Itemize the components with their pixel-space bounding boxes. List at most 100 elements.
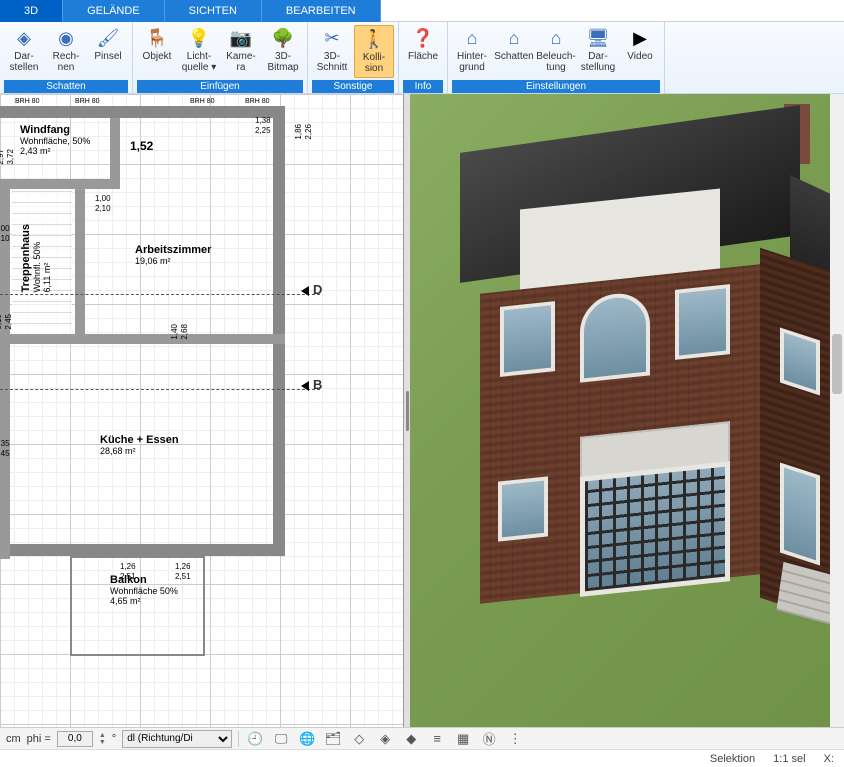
phi-label: phi = — [27, 733, 51, 745]
room-label-treppenhaus: Treppenhaus Wohnfl. 50% 6,11 m² — [20, 224, 52, 292]
lichtquelle-button[interactable]: 💡Licht- quelle ▾ — [179, 25, 219, 78]
dimension: 0,10 — [0, 314, 3, 330]
stepper-up[interactable]: ▲ — [99, 732, 106, 739]
dimension: 2,51 — [120, 572, 136, 581]
status-selektion: Selektion — [710, 753, 755, 765]
ribbon-group-title: Sonstige — [312, 80, 394, 93]
tree-icon: 🌳 — [272, 27, 294, 49]
dl-dropdown[interactable]: dl (Richtung/Di — [122, 730, 232, 748]
dimension: 2,10 — [0, 234, 10, 243]
globe-icon[interactable]: 🌐 — [297, 729, 317, 749]
bulb-icon: 💡 — [188, 27, 210, 49]
north-icon[interactable]: Ⓝ — [479, 729, 499, 749]
room-label-windfang: Windfang Wohnfläche, 50% 2,43 m² — [20, 124, 90, 156]
house-icon: ⌂ — [503, 27, 525, 49]
layers-icon[interactable]: 🗂 — [323, 729, 343, 749]
pinsel-button[interactable]: 🖌Pinsel — [88, 25, 128, 78]
objekt-button[interactable]: 🪑Objekt — [137, 25, 177, 78]
brh-label: BRH 80 — [190, 98, 215, 105]
workspace: BRH 80 BRH 80 BRH 80 BRH 80 BRH 80 BRH 1… — [0, 94, 844, 727]
dimension: 2,25 — [255, 126, 271, 135]
dimension: 1,35 — [0, 439, 10, 448]
dimension: 1,38 — [255, 116, 271, 125]
house-icon: ⌂ — [461, 27, 483, 49]
chair-icon: 🪑 — [146, 27, 168, 49]
cube-solid-icon: ◉ — [55, 27, 77, 49]
ribbon-group-info: ❓Fläche Info — [399, 22, 448, 93]
ribbon-group-einstellungen: ⌂Hinter- grund ⌂Schatten ⌂Beleuch- tung … — [448, 22, 665, 93]
status-bar: Selektion 1:1 sel X: — [0, 749, 844, 767]
scrollbar-vertical[interactable] — [830, 94, 844, 727]
status-scale: 1:1 sel — [773, 753, 805, 765]
dimension: 1,52 — [130, 139, 153, 153]
brh-label: BRH 80 — [15, 98, 40, 105]
kollision-button[interactable]: 🚶Kolli- sion — [354, 25, 394, 78]
clock-icon[interactable]: 🕘 — [245, 729, 265, 749]
camera-icon: 📷 — [230, 27, 252, 49]
brush-icon: 🖌 — [97, 27, 119, 49]
scissors-icon: ✂ — [321, 27, 343, 49]
section-marker-b: B — [300, 377, 322, 392]
dimension: 1,26 — [175, 562, 191, 571]
deg-label: ° — [112, 733, 116, 745]
plan-view-pane[interactable]: BRH 80 BRH 80 BRH 80 BRH 80 BRH 80 BRH 1… — [0, 94, 404, 727]
bottom-toolbar: cm phi = ▲▼ ° dl (Richtung/Di 🕘 🖵 🌐 🗂 ◇ … — [0, 727, 844, 749]
ribbon-group-sonstige: ✂3D- Schnitt 🚶Kolli- sion Sonstige — [308, 22, 399, 93]
tab-sichten[interactable]: SICHTEN — [165, 0, 262, 22]
snap1-icon[interactable]: ◇ — [349, 729, 369, 749]
dimension: 1,40 — [170, 324, 179, 340]
video-button[interactable]: ▶Video — [620, 25, 660, 78]
schatten-setting-button[interactable]: ⌂Schatten — [494, 25, 534, 78]
kamera-button[interactable]: 📷Kame- ra — [221, 25, 261, 78]
floor-plan[interactable]: BRH 80 BRH 80 BRH 80 BRH 80 BRH 80 BRH 1… — [0, 94, 403, 727]
stepper-down[interactable]: ▼ — [99, 739, 106, 746]
flaeche-button[interactable]: ❓Fläche — [403, 25, 443, 78]
dimension: 3,72 — [6, 149, 15, 165]
brh-label: BRH 80 — [245, 98, 270, 105]
room-label-arbeitszimmer: Arbeitszimmer 19,06 m² — [135, 244, 211, 266]
tab-bearbeiten[interactable]: BEARBEITEN — [262, 0, 381, 22]
ribbon-group-einfuegen: 🪑Objekt 💡Licht- quelle ▾ 📷Kame- ra 🌳3D- … — [133, 22, 308, 93]
dimension: 1,86 — [294, 124, 303, 140]
ribbon-group-schatten: ◈Dar- stellen ◉Rech- nen 🖌Pinsel Schatte… — [0, 22, 133, 93]
more-icon[interactable]: ⋮ — [505, 729, 525, 749]
status-x: X: — [824, 753, 834, 765]
monitor-icon: 🖥 — [587, 27, 609, 49]
snap3-icon[interactable]: ◆ — [401, 729, 421, 749]
section-marker-d: D — [300, 282, 322, 297]
dimension: 2,97 — [0, 149, 5, 165]
dimension: 1,26 — [120, 562, 136, 571]
brh-label: BRH 80 — [75, 98, 100, 105]
question-icon: ❓ — [412, 27, 434, 49]
ribbon: ◈Dar- stellen ◉Rech- nen 🖌Pinsel Schatte… — [0, 22, 844, 94]
rechnen-button[interactable]: ◉Rech- nen — [46, 25, 86, 78]
play-icon: ▶ — [629, 27, 651, 49]
lines-icon[interactable]: ≡ — [427, 729, 447, 749]
dimension: 1,00 — [0, 224, 10, 233]
snap2-icon[interactable]: ◈ — [375, 729, 395, 749]
unit-label: cm — [6, 733, 21, 745]
3d-bitmap-button[interactable]: 🌳3D- Bitmap — [263, 25, 303, 78]
phi-input[interactable] — [57, 731, 93, 747]
dimension: 1,00 — [95, 194, 111, 203]
hintergrund-button[interactable]: ⌂Hinter- grund — [452, 25, 492, 78]
tab-gelaende[interactable]: GELÄNDE — [63, 0, 165, 22]
screen-icon[interactable]: 🖵 — [271, 729, 291, 749]
grid-icon[interactable]: ▦ — [453, 729, 473, 749]
room-label-kueche: Küche + Essen 28,68 m² — [100, 434, 179, 456]
dimension: 2,45 — [0, 449, 10, 458]
house-3d — [450, 129, 830, 629]
ribbon-group-title: Info — [403, 80, 443, 93]
darstellung-button[interactable]: 🖥Dar- stellung — [578, 25, 618, 78]
darstellen-button[interactable]: ◈Dar- stellen — [4, 25, 44, 78]
dimension: 2,45 — [4, 314, 13, 330]
3d-schnitt-button[interactable]: ✂3D- Schnitt — [312, 25, 352, 78]
tab-3d[interactable]: 3D — [0, 0, 63, 22]
dimension: 2,10 — [95, 204, 111, 213]
cube-outline-icon: ◈ — [13, 27, 35, 49]
3d-view-pane[interactable] — [410, 94, 844, 727]
person-icon: 🚶 — [363, 28, 385, 50]
beleuchtung-button[interactable]: ⌂Beleuch- tung — [536, 25, 576, 78]
ribbon-group-title: Schatten — [4, 80, 128, 93]
ribbon-group-title: Einfügen — [137, 80, 303, 93]
